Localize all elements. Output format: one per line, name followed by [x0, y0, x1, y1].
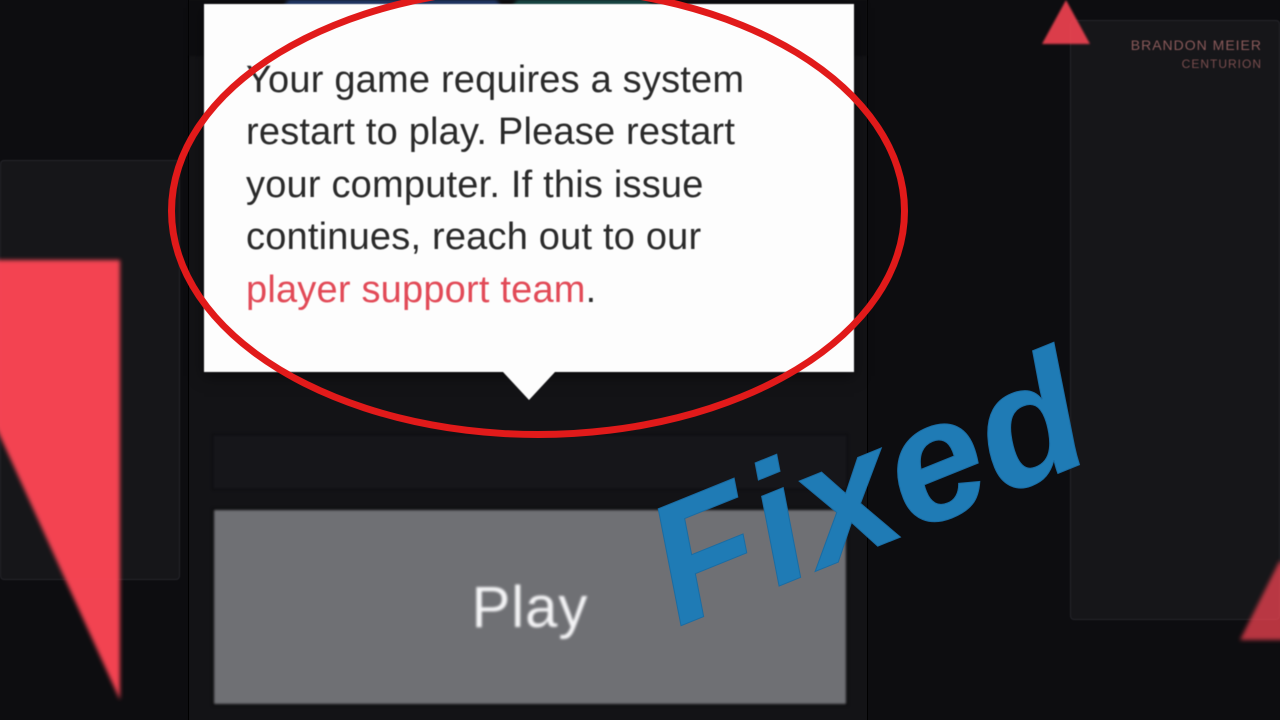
player-name-label: BRANDON MEIER: [1131, 36, 1262, 56]
play-button-label: Play: [472, 574, 589, 641]
player-title-label: CENTURION: [1131, 56, 1262, 73]
bg-accent-left-icon: [0, 260, 120, 700]
bg-accent-bottom-right-icon: [1240, 560, 1280, 640]
player-identity: BRANDON MEIER CENTURION: [1131, 36, 1262, 72]
play-button[interactable]: Play: [212, 508, 848, 706]
bg-accent-top-arrow-icon: [1042, 0, 1090, 44]
separator-bar: [212, 434, 848, 490]
player-support-link[interactable]: player support team: [246, 269, 586, 311]
bg-panel-right: [1070, 20, 1280, 620]
error-message-tail: .: [586, 269, 597, 311]
error-tooltip: Your game requires a system restart to p…: [204, 4, 854, 372]
error-message-text: Your game requires a system restart to p…: [246, 59, 744, 258]
